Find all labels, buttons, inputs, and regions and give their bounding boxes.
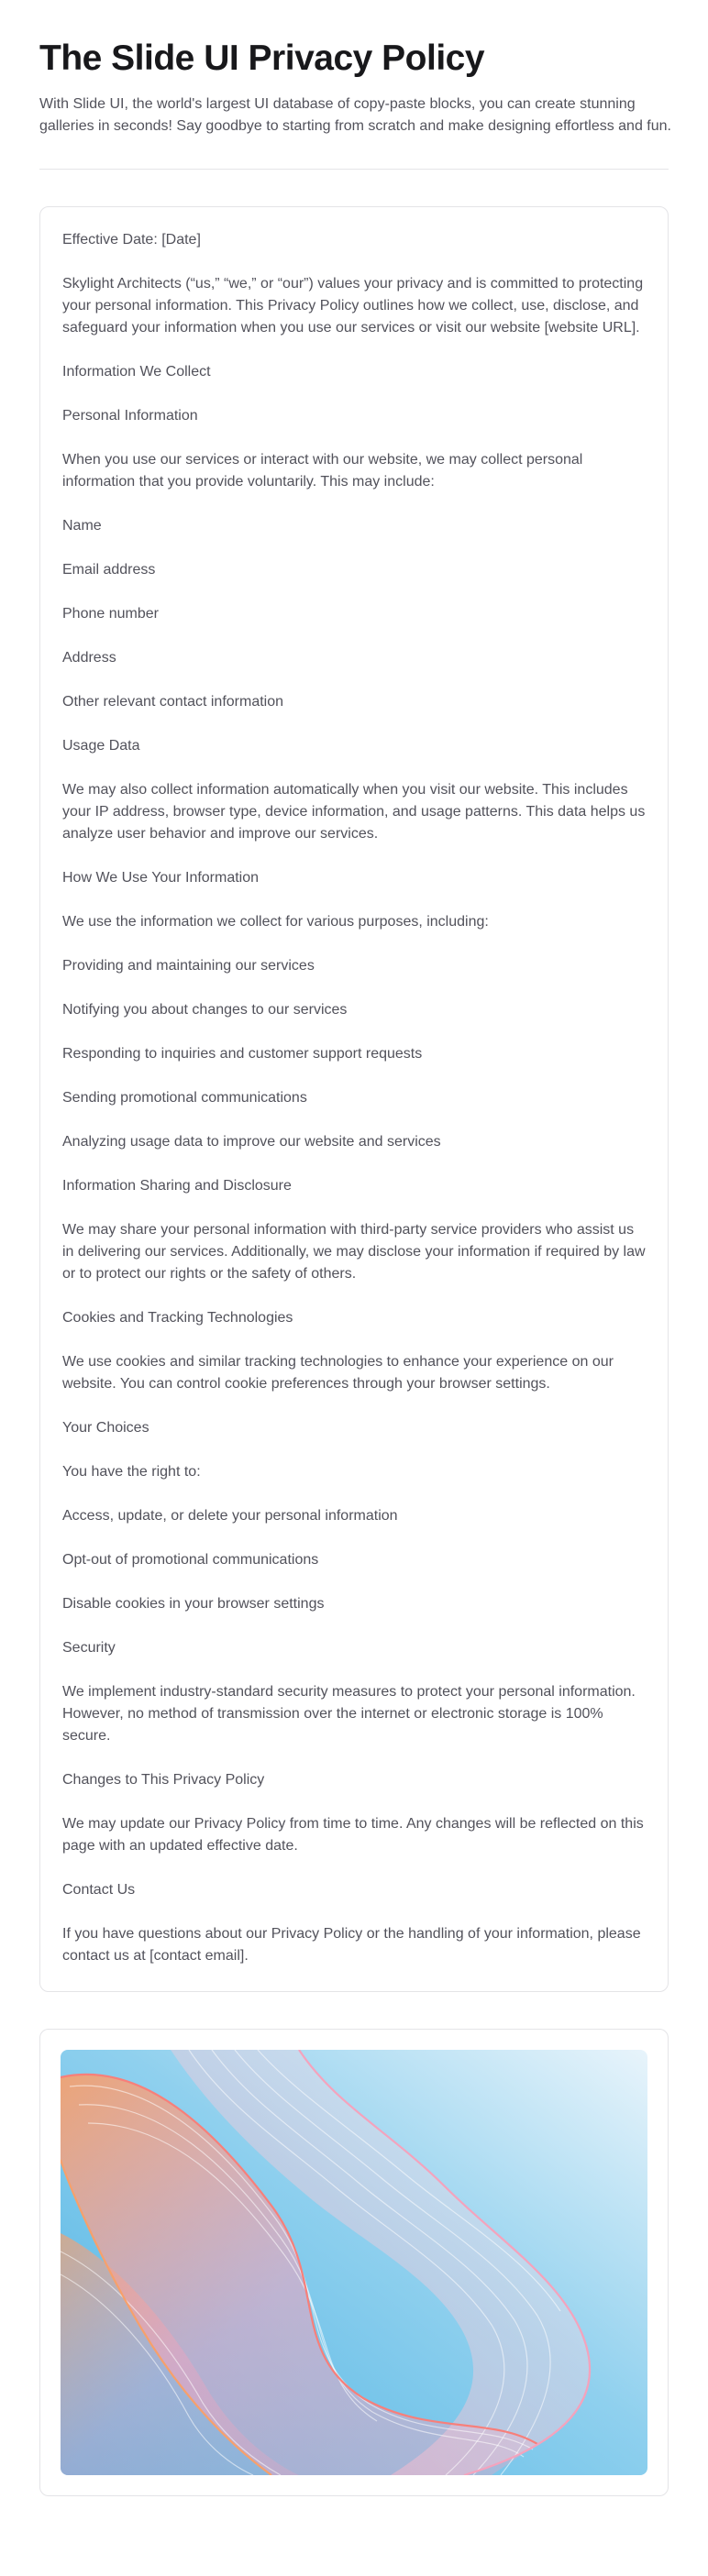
policy-paragraph: Phone number [62, 606, 159, 622]
page-subtitle: With Slide UI, the world's largest UI da… [39, 96, 671, 134]
policy-paragraph: We use the information we collect for va… [62, 914, 489, 930]
policy-paragraph: Information Sharing and Disclosure [62, 1178, 292, 1194]
policy-paragraph: If you have questions about our Privacy … [62, 1926, 641, 1964]
policy-paragraph: Skylight Architects (“us,” “we,” or “our… [62, 276, 644, 336]
policy-paragraph: We implement industry-standard security … [62, 1684, 636, 1744]
image-card [39, 2029, 669, 2496]
policy-paragraph: Usage Data [62, 738, 140, 754]
divider [39, 169, 669, 170]
policy-paragraph: We may update our Privacy Policy from ti… [62, 1816, 644, 1854]
policy-paragraph: Changes to This Privacy Policy [62, 1772, 265, 1788]
policy-paragraph: How We Use Your Information [62, 870, 260, 886]
policy-paragraph: We use cookies and similar tracking tech… [62, 1354, 614, 1392]
policy-paragraph: Information We Collect [62, 364, 211, 380]
policy-paragraph: When you use our services or interact wi… [62, 452, 583, 490]
policy-paragraph: Analyzing usage data to improve our webs… [62, 1134, 441, 1150]
policy-paragraph: Name [62, 518, 102, 534]
policy-paragraph: Personal Information [62, 408, 198, 424]
policy-paragraph: Email address [62, 562, 156, 578]
policy-paragraph: Address [62, 650, 116, 666]
page: The Slide UI Privacy Policy With Slide U… [0, 0, 708, 2496]
abstract-ribbon-image [61, 2050, 647, 2475]
policy-paragraph: Opt-out of promotional communications [62, 1552, 319, 1568]
policy-card: Effective Date: [Date] Skylight Architec… [39, 206, 669, 1992]
policy-paragraph: Disable cookies in your browser settings [62, 1596, 325, 1612]
policy-paragraph: Access, update, or delete your personal … [62, 1508, 398, 1524]
policy-paragraph: Cookies and Tracking Technologies [62, 1310, 293, 1326]
policy-paragraph: You have the right to: [62, 1464, 201, 1480]
policy-paragraph: Effective Date: [Date] [62, 232, 201, 248]
policy-paragraph: Your Choices [62, 1420, 149, 1436]
policy-paragraph: Responding to inquiries and customer sup… [62, 1046, 423, 1062]
policy-paragraph: Contact Us [62, 1882, 136, 1898]
policy-paragraph: Notifying you about changes to our servi… [62, 1002, 348, 1018]
policy-paragraph: Other relevant contact information [62, 694, 284, 710]
policy-paragraph: Providing and maintaining our services [62, 958, 315, 974]
policy-paragraph: Sending promotional communications [62, 1090, 307, 1106]
policy-paragraph: We may share your personal information w… [62, 1222, 646, 1282]
policy-paragraph: Security [62, 1640, 116, 1656]
page-title: The Slide UI Privacy Policy [39, 39, 485, 78]
policy-paragraph: We may also collect information automati… [62, 782, 646, 842]
